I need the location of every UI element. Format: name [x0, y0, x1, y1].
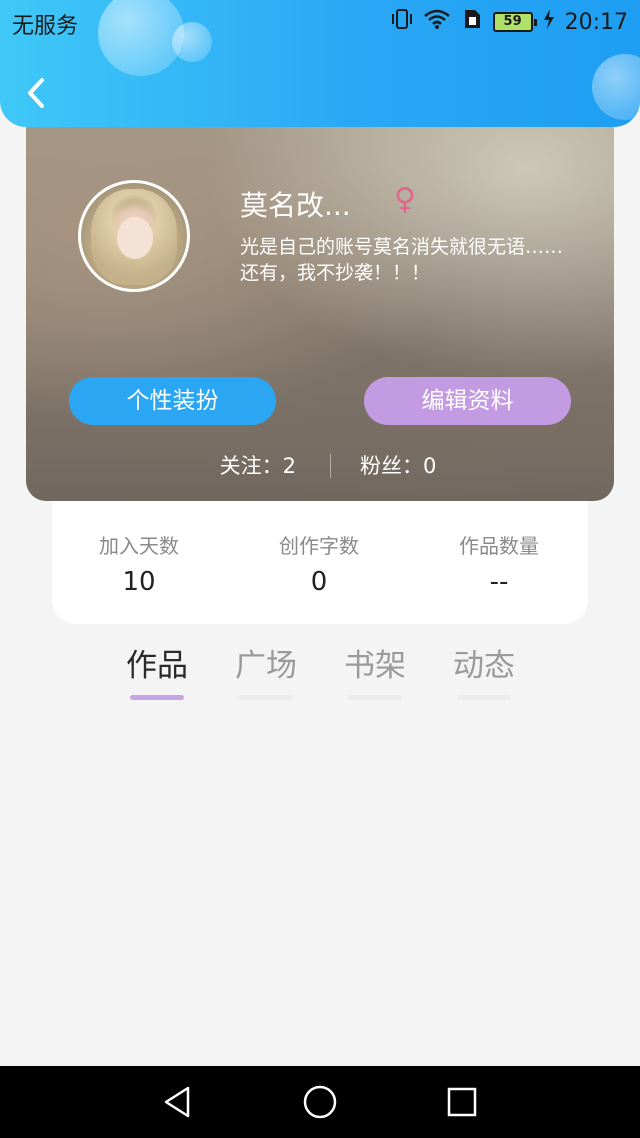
- following-count[interactable]: 关注：2: [220, 450, 296, 480]
- stat-value: 10: [122, 567, 156, 597]
- system-nav-bar: [0, 1066, 640, 1138]
- charging-icon: [543, 8, 555, 36]
- tab-bookshelf[interactable]: 书架: [330, 640, 420, 700]
- status-icons: 59 20:17: [391, 8, 628, 36]
- tab-label: 作品: [126, 648, 188, 684]
- tab-underline: [457, 695, 511, 700]
- edit-profile-button[interactable]: 编辑资料: [364, 377, 571, 425]
- battery-icon: 59: [492, 12, 537, 32]
- tab-label: 广场: [235, 648, 297, 684]
- tab-underline: [239, 695, 293, 700]
- stat-label: 作品数量: [459, 534, 539, 558]
- dress-up-button[interactable]: 个性装扮: [69, 377, 276, 425]
- bio-text: 光是自己的账号莫名消失就很无语……还有，我不抄袭！！！: [240, 236, 564, 284]
- sim-icon: [461, 8, 483, 36]
- stat-word-count: 创作字数 0: [234, 530, 404, 597]
- clock-time: 20:17: [564, 9, 628, 35]
- nav-recent-button[interactable]: [444, 1084, 480, 1120]
- triangle-back-icon: [164, 1086, 190, 1118]
- avatar-face: [117, 217, 153, 259]
- carrier-text: 无服务: [12, 14, 79, 39]
- status-bar: 无服务 59 20:17: [0, 0, 640, 44]
- tab-activity[interactable]: 动态: [439, 640, 529, 700]
- stat-value: --: [489, 567, 509, 597]
- tab-underline: [348, 695, 402, 700]
- decor-bubble: [592, 54, 640, 120]
- followers-count[interactable]: 粉丝：0: [360, 450, 436, 480]
- female-icon: ♀: [394, 182, 416, 217]
- circle-home-icon: [303, 1085, 337, 1119]
- stat-label: 创作字数: [279, 534, 359, 558]
- stat-value: 0: [310, 567, 328, 597]
- wifi-icon: [423, 8, 451, 36]
- stat-join-days: 加入天数 10: [54, 530, 224, 597]
- follow-stats: 关注：2 粉丝：0: [26, 450, 614, 480]
- tab-label: 动态: [453, 648, 515, 684]
- divider: [330, 454, 331, 478]
- chevron-left-icon: [28, 78, 44, 108]
- tab-label: 书架: [344, 648, 406, 684]
- profile-card: 莫名改... ♀ 光是自己的账号莫名消失就很无语……还有，我不抄袭！！！ 个性装…: [26, 110, 614, 501]
- stat-works-count: 作品数量 --: [414, 530, 584, 597]
- tab-square[interactable]: 广场: [221, 640, 311, 700]
- avatar[interactable]: [78, 180, 190, 292]
- vibrate-icon: [391, 8, 413, 36]
- nav-back-button[interactable]: [160, 1084, 196, 1120]
- tab-underline: [130, 695, 184, 700]
- tab-works[interactable]: 作品: [112, 640, 202, 700]
- nav-home-button[interactable]: [302, 1084, 338, 1120]
- nickname: 莫名改...: [240, 189, 351, 222]
- square-recent-icon: [447, 1087, 477, 1117]
- content-tabs: 作品 广场 书架 动态: [0, 640, 640, 710]
- stats-card: 加入天数 10 创作字数 0 作品数量 --: [52, 500, 588, 624]
- back-button[interactable]: [22, 76, 50, 110]
- stat-label: 加入天数: [99, 534, 179, 558]
